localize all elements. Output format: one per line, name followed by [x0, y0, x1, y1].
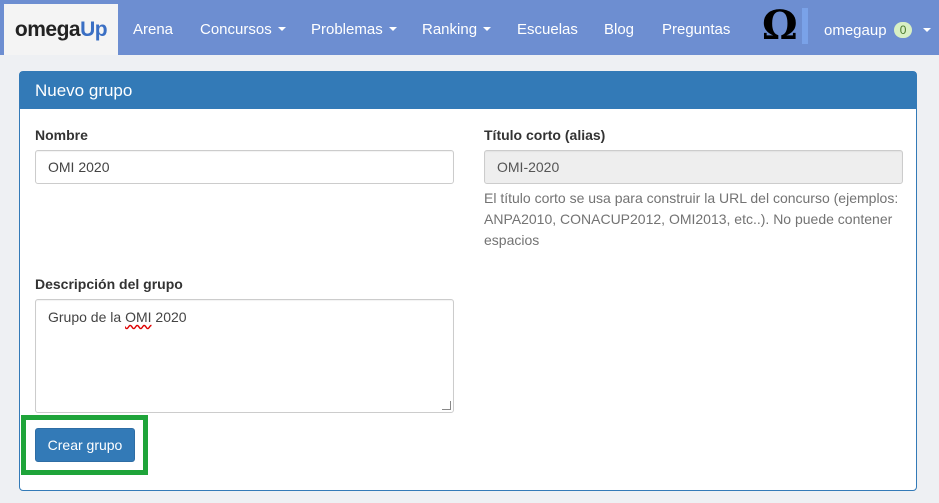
notification-badge: 0: [893, 22, 913, 39]
brand-logo[interactable]: omega Up: [4, 4, 118, 55]
panel-title: Nuevo grupo: [20, 72, 916, 109]
nav-preguntas[interactable]: Preguntas: [662, 0, 730, 55]
nav-blog[interactable]: Blog: [604, 0, 634, 55]
chevron-down-icon: [483, 27, 492, 32]
name-input[interactable]: OMI 2020: [35, 150, 454, 184]
description-label: Descripción del grupo: [35, 276, 183, 292]
user-menu[interactable]: omegaup 0: [824, 0, 931, 55]
nav-escuelas[interactable]: Escuelas: [517, 0, 578, 55]
username-label: omegaup: [824, 22, 887, 39]
name-label: Nombre: [35, 127, 88, 143]
resize-handle-icon[interactable]: [442, 401, 451, 410]
nav-concursos[interactable]: Concursos: [200, 0, 286, 55]
nav-arena-label: Arena: [133, 21, 174, 38]
description-text-prefix: Grupo de la: [48, 309, 126, 325]
alias-label: Título corto (alias): [484, 127, 606, 143]
alias-help-text: El título corto se usa para construir la…: [484, 190, 899, 248]
top-navbar: omega Up Arena Concursos Problemas Rankin…: [0, 0, 939, 55]
brand-omega-text: omega: [14, 17, 81, 41]
description-text-suffix: 2020: [151, 309, 187, 325]
alias-input: OMI-2020: [484, 150, 903, 184]
nav-ranking-label: Ranking: [422, 21, 478, 38]
chevron-down-icon: [277, 27, 286, 32]
chevron-down-icon: [922, 28, 931, 33]
nav-concursos-label: Concursos: [200, 21, 272, 38]
chevron-down-icon: [388, 27, 397, 32]
nav-blog-label: Blog: [604, 21, 635, 38]
brand-up-text: Up: [80, 17, 108, 41]
nav-arena[interactable]: Arena: [133, 0, 173, 55]
nav-escuelas-label: Escuelas: [517, 21, 578, 38]
omega-icon: Ω: [762, 2, 798, 49]
nav-preguntas-label: Preguntas: [662, 21, 731, 38]
description-textarea[interactable]: Grupo de la OMI 2020: [35, 299, 454, 413]
create-group-button[interactable]: Crear grupo: [35, 428, 135, 462]
nav-problemas[interactable]: Problemas: [311, 0, 397, 55]
nav-problemas-label: Problemas: [311, 21, 383, 38]
description-text-misspelled: OMI: [125, 309, 152, 325]
nav-ranking[interactable]: Ranking: [422, 0, 492, 55]
